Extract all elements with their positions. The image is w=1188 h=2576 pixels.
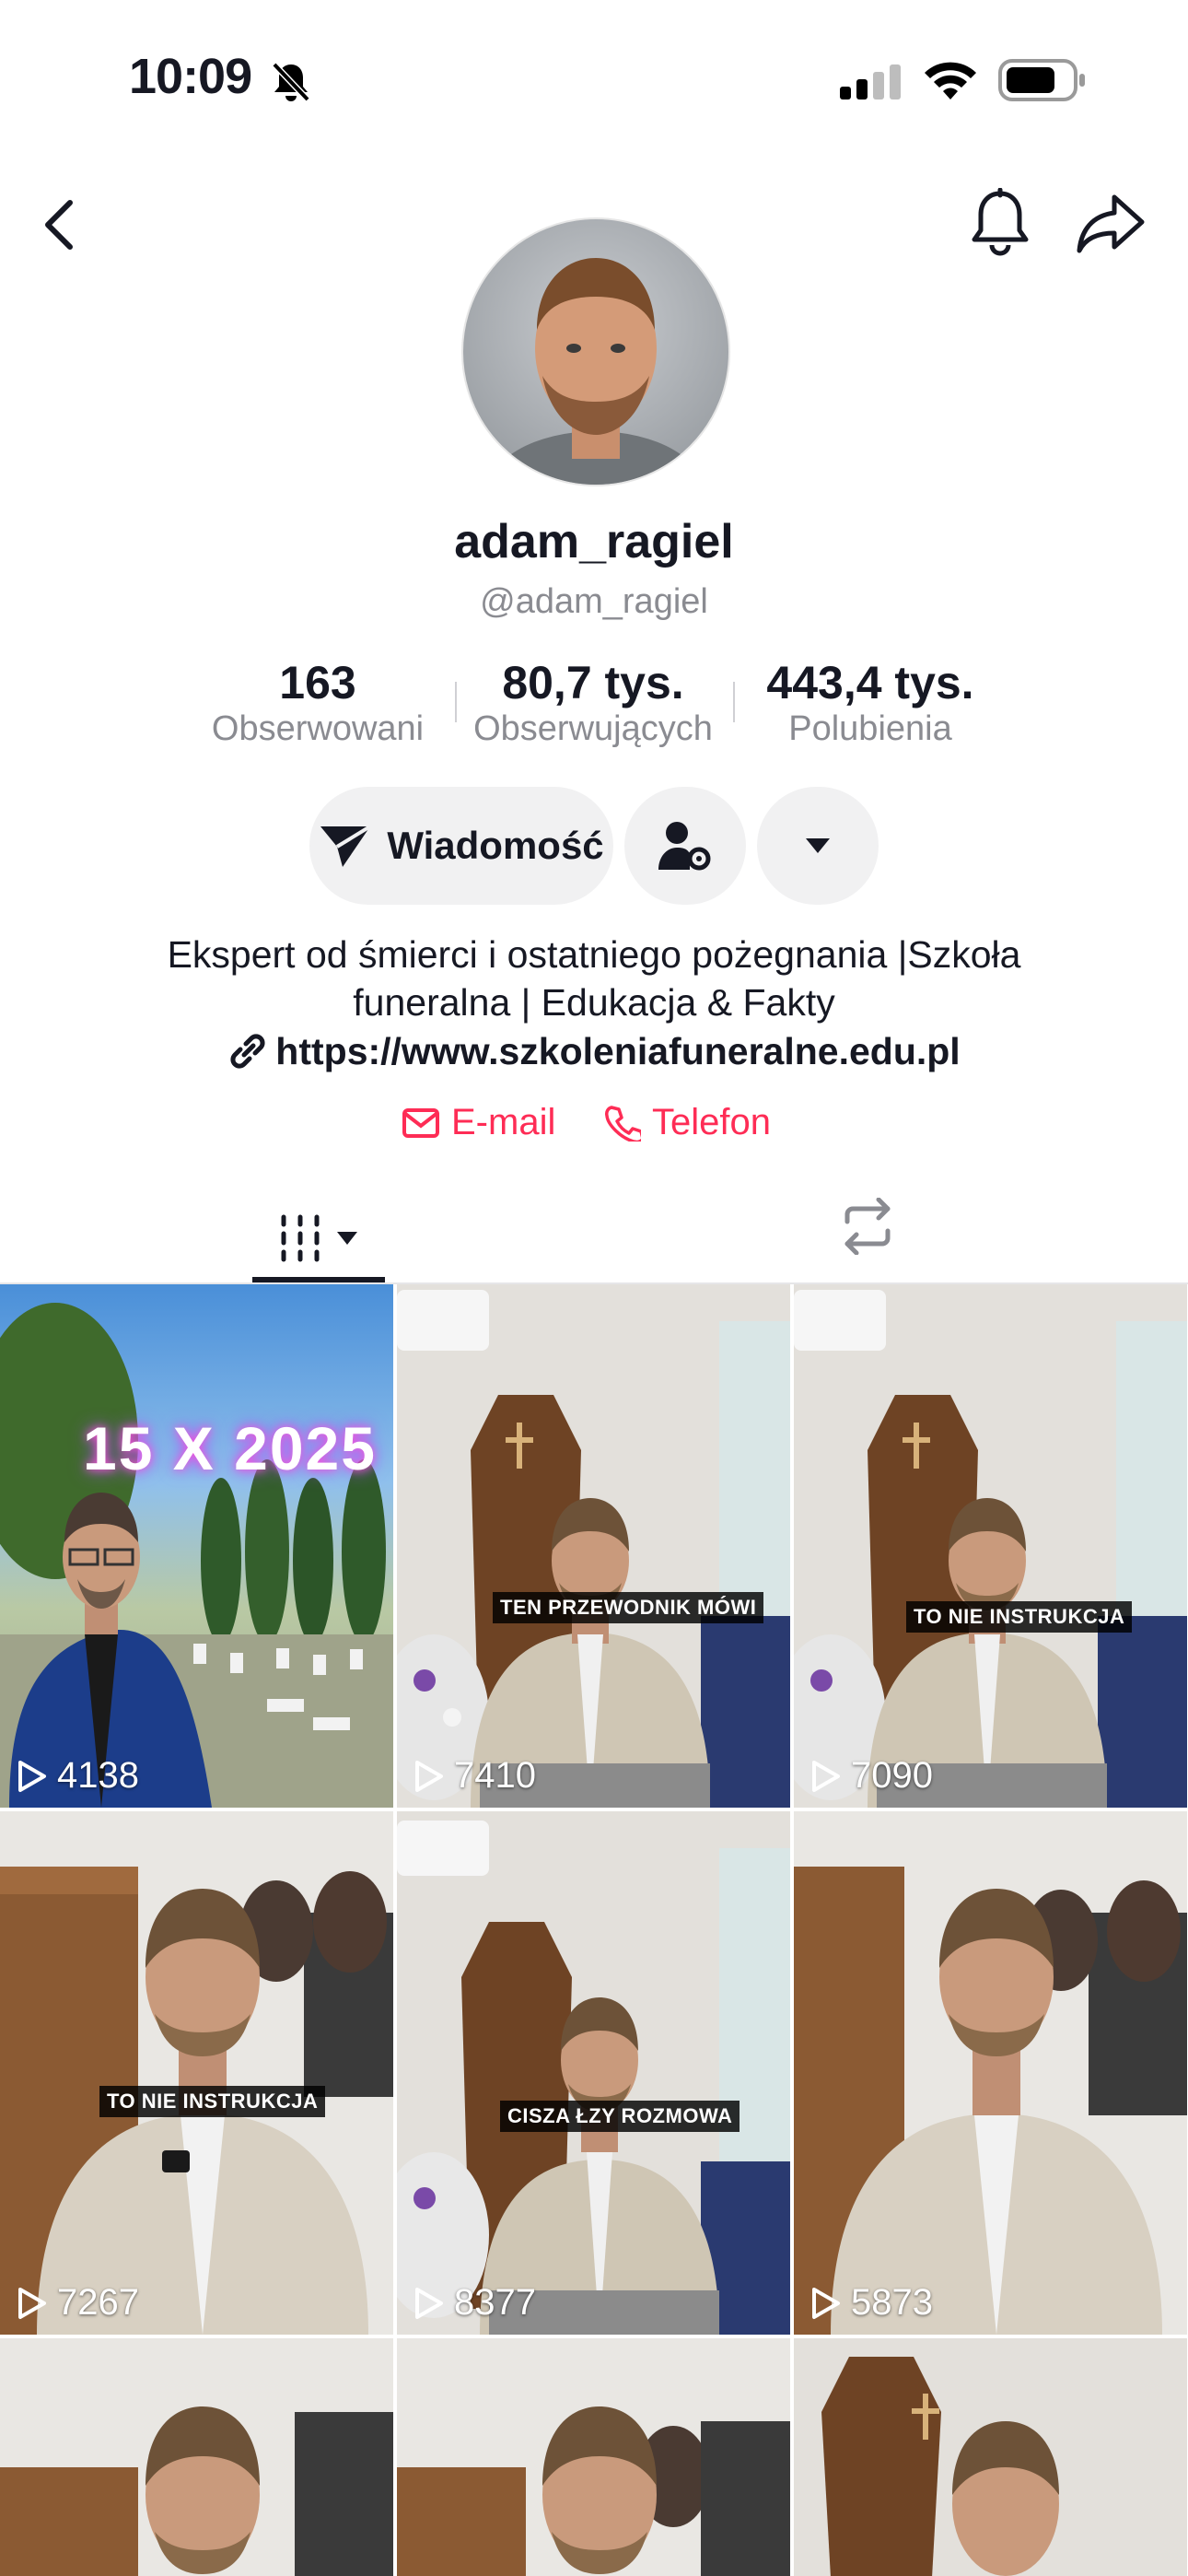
video-view-count-text: 7410 xyxy=(454,1755,536,1796)
play-icon xyxy=(18,2287,46,2319)
video-thumbnail[interactable]: 5873 xyxy=(794,1811,1187,2335)
status-bar: 10:09 xyxy=(0,0,1188,147)
video-view-count: 8377 xyxy=(413,2282,536,2324)
video-thumbnail[interactable]: TO NIE INSTRUKCJA 7267 xyxy=(0,1811,393,2335)
profile-link-text: https://www.szkoleniafuneralne.edu.pl xyxy=(275,1030,961,1072)
follow-settings-button[interactable] xyxy=(624,787,746,905)
email-link[interactable]: E-mail xyxy=(402,1102,555,1143)
profile-link[interactable]: https://www.szkoleniafuneralne.edu.pl xyxy=(0,1030,1188,1073)
send-icon xyxy=(320,825,372,867)
avatar xyxy=(461,217,730,486)
tab-reposts[interactable] xyxy=(836,1197,899,1259)
video-overlay-text: 15 X 2025 xyxy=(83,1414,377,1482)
phone-icon xyxy=(605,1105,641,1142)
video-view-count: 7410 xyxy=(413,1755,536,1797)
play-icon xyxy=(415,2287,443,2319)
play-icon xyxy=(812,1760,840,1792)
video-caption: TO NIE INSTRUKCJA xyxy=(99,2086,326,2117)
repost-icon xyxy=(844,1197,891,1256)
battery-icon xyxy=(998,59,1085,101)
bell-icon[interactable] xyxy=(969,188,1031,260)
play-icon xyxy=(18,1760,46,1792)
tab-videos[interactable] xyxy=(252,1194,385,1282)
profile-handle: @adam_ragiel xyxy=(480,582,708,621)
video-view-count: 5873 xyxy=(810,2282,933,2324)
video-thumbnail[interactable] xyxy=(794,2338,1187,2576)
video-view-count: 7090 xyxy=(810,1755,933,1797)
link-icon xyxy=(230,1034,265,1069)
video-view-count-text: 8377 xyxy=(454,2282,536,2323)
cellular-signal-icon xyxy=(840,64,901,100)
play-icon xyxy=(812,2287,840,2319)
video-view-count-text: 4138 xyxy=(57,1755,139,1796)
message-button-label: Wiadomość xyxy=(387,824,604,867)
stat-followers-label: Obserwujących xyxy=(473,709,713,748)
stat-likes-value: 443,4 tys. xyxy=(766,657,974,708)
video-thumbnail[interactable]: TEN PRZEWODNIK MÓWI 7410 xyxy=(397,1284,790,1808)
stat-divider xyxy=(455,682,457,722)
stat-followers-value: 80,7 tys. xyxy=(502,657,684,708)
video-view-count-text: 5873 xyxy=(851,2282,933,2323)
video-thumbnail[interactable]: 15 X 2025 4138 xyxy=(0,1284,393,1808)
video-thumbnail[interactable]: TO NIE INSTRUKCJA 7090 xyxy=(794,1284,1187,1808)
profile-bio: Ekspert od śmierci i ostatniego pożegnan… xyxy=(92,931,1096,1026)
video-grid: 15 X 2025 4138 TEN PRZEWODNIK MÓWI 7410 … xyxy=(0,1284,1188,2576)
more-options-button[interactable] xyxy=(757,787,879,905)
video-thumbnail[interactable]: CISZA ŁZY ROZMOWA 8377 xyxy=(397,1811,790,2335)
video-view-count-text: 7090 xyxy=(851,1755,933,1796)
video-caption: TO NIE INSTRUKCJA xyxy=(906,1601,1133,1633)
stat-followers[interactable]: 80,7 tys. Obserwujących xyxy=(459,656,728,749)
video-caption: TEN PRZEWODNIK MÓWI xyxy=(493,1592,764,1623)
stat-following[interactable]: 163 Obserwowani xyxy=(193,656,442,749)
stat-divider xyxy=(733,682,735,722)
stat-following-value: 163 xyxy=(279,657,356,708)
video-thumbnail[interactable] xyxy=(0,2338,393,2576)
user-settings-icon xyxy=(658,822,711,871)
profile-username: adam_ragiel xyxy=(454,515,734,568)
grid-icon xyxy=(281,1214,320,1262)
message-button[interactable]: Wiadomość xyxy=(309,787,613,905)
stat-likes[interactable]: 443,4 tys. Polubienia xyxy=(737,656,1004,749)
video-caption: CISZA ŁZY ROZMOWA xyxy=(500,2101,740,2132)
mail-icon xyxy=(402,1107,439,1138)
video-thumbnail[interactable] xyxy=(397,2338,790,2576)
stat-following-label: Obserwowani xyxy=(211,709,425,748)
phone-label: Telefon xyxy=(652,1102,771,1142)
back-arrow-icon[interactable] xyxy=(37,195,83,254)
chevron-down-icon xyxy=(806,838,830,853)
bio-line: funeralna | Edukacja & Fakty xyxy=(353,981,835,1024)
video-view-count: 4138 xyxy=(17,1755,139,1797)
status-time: 10:09 xyxy=(129,49,252,104)
wifi-icon xyxy=(925,62,976,100)
bio-line: Ekspert od śmierci i ostatniego pożegnan… xyxy=(167,933,1021,976)
video-view-count: 7267 xyxy=(17,2282,139,2324)
chevron-down-icon xyxy=(337,1232,357,1245)
email-label: E-mail xyxy=(451,1102,556,1142)
silent-mode-icon xyxy=(272,62,310,102)
phone-link[interactable]: Telefon xyxy=(604,1102,771,1143)
video-view-count-text: 7267 xyxy=(57,2282,139,2323)
stat-likes-label: Polubienia xyxy=(788,709,952,748)
play-icon xyxy=(415,1760,443,1792)
share-icon[interactable] xyxy=(1076,192,1146,254)
